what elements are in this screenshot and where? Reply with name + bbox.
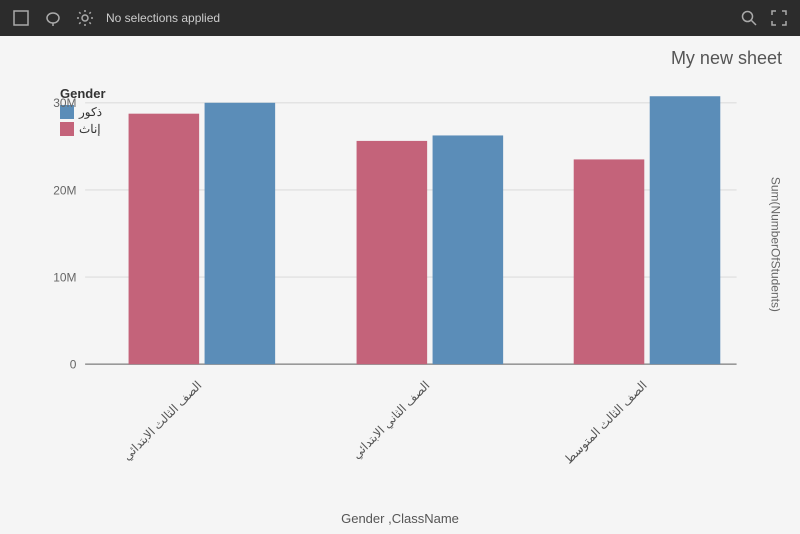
bar-group1-male[interactable] bbox=[205, 103, 276, 364]
bar-group1-female[interactable] bbox=[129, 114, 200, 365]
fullscreen-icon[interactable] bbox=[768, 7, 790, 29]
select-icon[interactable] bbox=[10, 7, 32, 29]
y-axis-label: Sum(NumberOfStudents) bbox=[768, 177, 780, 312]
svg-text:0: 0 bbox=[70, 358, 77, 372]
svg-text:30M: 30M bbox=[53, 96, 76, 110]
sheet-title: My new sheet bbox=[671, 48, 782, 69]
x-label-group2: الصف الثاني الابتدائي bbox=[349, 378, 432, 461]
bar-group2-female[interactable] bbox=[357, 141, 428, 364]
lasso-icon[interactable] bbox=[42, 7, 64, 29]
x-label-group3: الصف الثالث المتوسط bbox=[561, 378, 649, 466]
main-area: My new sheet Gender ذكور إناث 0 1 bbox=[0, 36, 800, 534]
toolbar-status: No selections applied bbox=[106, 11, 728, 25]
toolbar-right bbox=[738, 7, 790, 29]
bar-group2-male[interactable] bbox=[433, 135, 504, 364]
toolbar: No selections applied bbox=[0, 0, 800, 36]
bar-group3-female[interactable] bbox=[574, 159, 645, 364]
svg-text:20M: 20M bbox=[53, 183, 76, 197]
svg-text:10M: 10M bbox=[53, 270, 76, 284]
settings-icon[interactable] bbox=[74, 7, 96, 29]
chart-container: Gender ذكور إناث 0 10M 20M 30M bbox=[20, 81, 780, 484]
x-label-group1: الصف الثالث الابتدائي bbox=[120, 378, 205, 463]
bar-chart: 0 10M 20M 30M الصف الثالث الابتدائي الصف bbox=[20, 81, 780, 484]
search-icon[interactable] bbox=[738, 7, 760, 29]
bar-group3-male[interactable] bbox=[650, 96, 721, 364]
x-axis-label: Gender ,ClassName bbox=[341, 511, 459, 526]
